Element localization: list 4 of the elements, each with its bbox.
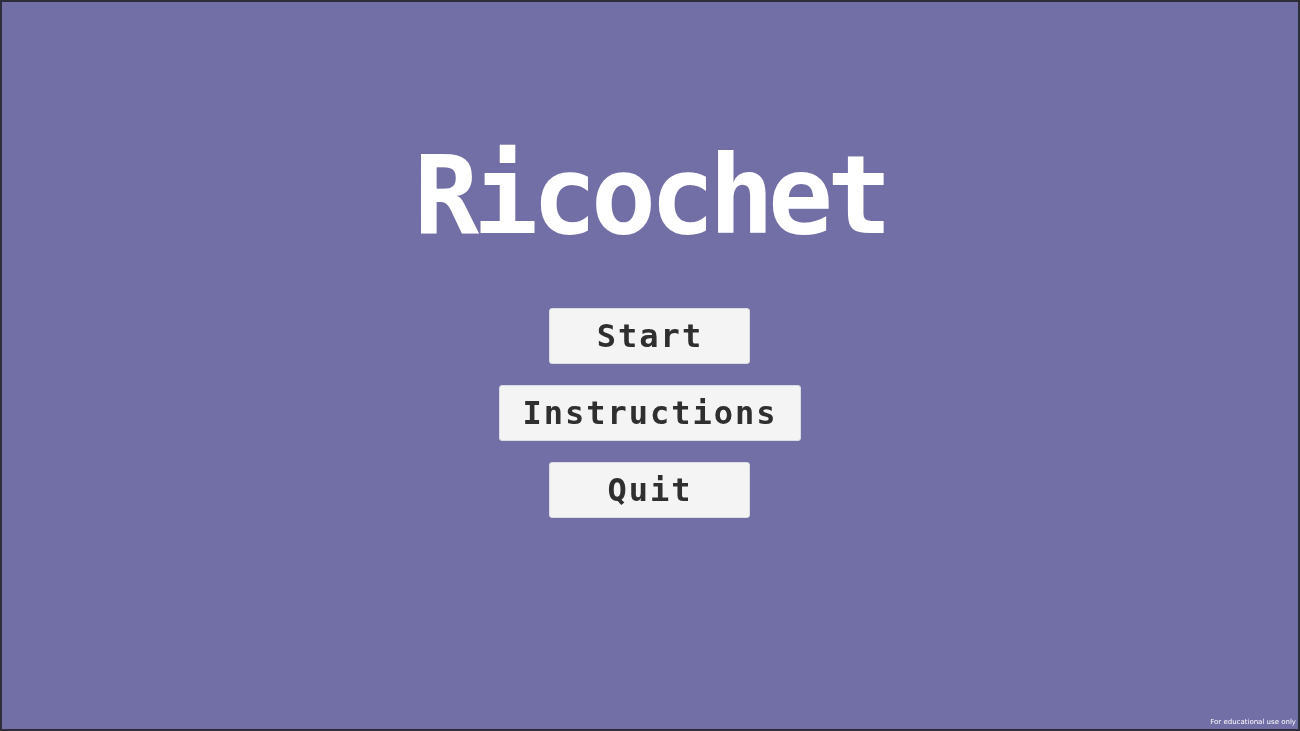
game-title: Ricochet xyxy=(413,142,887,250)
menu-button[interactable]: Quit xyxy=(549,462,751,518)
menu-button[interactable]: Start xyxy=(549,308,751,364)
menu-button[interactable]: Instructions xyxy=(499,385,801,441)
